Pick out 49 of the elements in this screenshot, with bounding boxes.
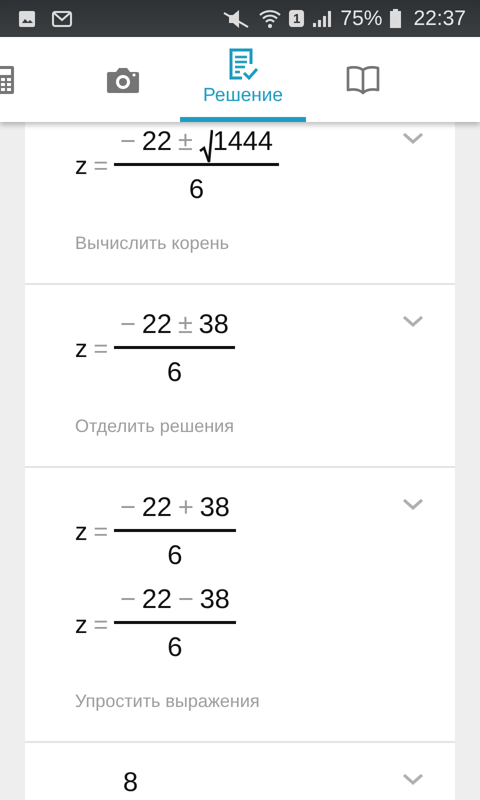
sim-indicator: 1	[289, 10, 304, 28]
number: 38	[200, 583, 230, 616]
variable: z	[75, 334, 88, 366]
operator: ±	[178, 308, 193, 342]
operator: +	[178, 491, 194, 524]
equals-sign: =	[94, 334, 108, 366]
chevron-down-icon[interactable]	[402, 773, 424, 786]
battery-percent: 75%	[340, 6, 382, 32]
operator: −	[120, 491, 136, 524]
operator: −	[120, 125, 136, 158]
number: 8	[123, 766, 138, 800]
number: 22	[142, 491, 172, 524]
book-icon	[346, 64, 380, 94]
step-hint: Упростить выражения	[75, 690, 261, 714]
equals-sign: =	[94, 610, 108, 641]
number: 6	[167, 631, 182, 664]
step-hint: Вычислить корень	[75, 232, 230, 256]
camera-icon	[106, 66, 140, 94]
number: 1444	[212, 125, 273, 158]
wifi-icon	[259, 8, 282, 28]
step-hint: Отделить решения	[75, 415, 235, 438]
equals-sign: =	[94, 151, 108, 182]
chevron-down-icon[interactable]	[402, 315, 424, 328]
clock: 22:37	[413, 6, 466, 32]
number: 6	[166, 356, 182, 389]
number: 22	[142, 583, 172, 616]
operator: −	[178, 583, 194, 616]
operator: −	[120, 583, 136, 616]
number: 38	[200, 491, 230, 524]
radical-sign-icon	[198, 128, 213, 163]
mute-icon	[221, 8, 252, 28]
number: 22	[142, 308, 172, 342]
variable: z	[75, 151, 88, 182]
checklist-icon	[228, 48, 258, 82]
mail-icon	[52, 10, 72, 26]
variable: z	[75, 517, 88, 548]
number: 6	[167, 539, 182, 572]
number: 38	[198, 308, 229, 342]
battery-icon	[390, 9, 402, 28]
operator: −	[120, 308, 136, 342]
variable: z	[75, 610, 88, 641]
number: 22	[142, 125, 172, 158]
signal-icon	[312, 10, 332, 28]
operator: ±	[178, 125, 193, 158]
chevron-down-icon[interactable]	[402, 498, 424, 510]
gallery-icon	[18, 10, 36, 28]
equals-sign: =	[94, 517, 108, 548]
number: 6	[188, 172, 204, 206]
chevron-down-icon[interactable]	[402, 132, 424, 144]
